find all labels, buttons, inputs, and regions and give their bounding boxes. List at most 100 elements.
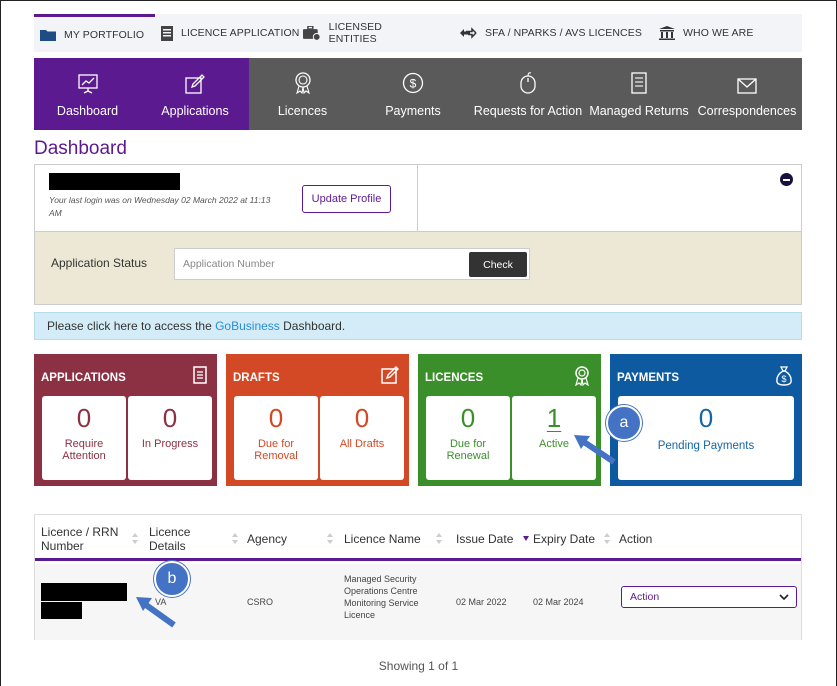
- annotation-marker-b: b: [154, 561, 190, 597]
- column-header-expiry-date[interactable]: Expiry Date: [533, 532, 595, 546]
- profile-panel: Your last login was on Wednesday 02 Marc…: [34, 164, 802, 233]
- bank-icon: [659, 26, 675, 40]
- redacted-licence-number: [41, 602, 82, 619]
- tab-label: Applications: [161, 104, 229, 118]
- sort-icon[interactable]: [327, 533, 333, 544]
- due-for-removal-stat[interactable]: 0 Due for Removal: [234, 396, 318, 480]
- applications-card: APPLICATIONS 0 Require Attention 0 In Pr…: [34, 354, 217, 486]
- require-attention-stat[interactable]: 0 Require Attention: [42, 396, 126, 480]
- annotation-arrow-icon: [574, 435, 616, 465]
- stat-value: 0: [460, 403, 476, 433]
- column-header-licence-number[interactable]: Licence / RRN Number: [41, 525, 121, 553]
- column-header-action: Action: [619, 532, 653, 546]
- panel-divider: [417, 165, 418, 233]
- all-drafts-stat[interactable]: 0 All Drafts: [320, 396, 404, 480]
- sort-icon[interactable]: [232, 533, 238, 544]
- edit-icon: [381, 366, 399, 384]
- nav-label: SFA / NPARKS / AVS LICENCES: [485, 27, 642, 39]
- issue-date-cell: 02 Mar 2022: [456, 597, 507, 607]
- card-title: DRAFTS: [233, 372, 280, 384]
- collapse-icon[interactable]: [780, 173, 793, 186]
- pending-payments-stat[interactable]: 0 Pending Payments: [618, 396, 794, 480]
- check-button[interactable]: Check: [469, 252, 527, 277]
- redacted-licence-number: [41, 583, 127, 601]
- stat-value: 0: [268, 403, 284, 433]
- briefcase-icon: [303, 26, 321, 40]
- award-icon: [294, 72, 311, 94]
- nav-label: WHO WE ARE: [683, 27, 754, 39]
- action-dropdown[interactable]: Action: [621, 586, 797, 608]
- award-icon: [575, 366, 589, 386]
- tab-label: Correspondences: [697, 104, 797, 118]
- nav-label: MY PORTFOLIO: [64, 28, 145, 41]
- licence-name-cell: Managed Security Operations Centre Monit…: [344, 574, 419, 620]
- tab-label: Requests for Action: [473, 104, 583, 118]
- tab-payments[interactable]: $ Payments: [356, 58, 470, 130]
- nav-label: LICENSED ENTITIES: [328, 21, 382, 45]
- agency-cell: CSRO: [247, 597, 274, 607]
- banner-prefix: Please click here to access the: [47, 319, 216, 333]
- column-header-issue-date[interactable]: Issue Date: [456, 532, 513, 546]
- tab-managed-returns[interactable]: Managed Returns: [586, 58, 692, 130]
- update-profile-button[interactable]: Update Profile: [302, 185, 391, 213]
- stat-label: Due for Removal: [254, 438, 298, 462]
- annotation-arrow-icon: [136, 597, 176, 628]
- file-list-icon: [631, 72, 647, 94]
- drafts-card: DRAFTS 0 Due for Removal 0 All Drafts: [226, 354, 409, 486]
- tab-requests-for-action[interactable]: Requests for Action: [470, 58, 586, 130]
- stat-value: 0: [698, 403, 714, 433]
- page-title: Dashboard: [34, 138, 127, 159]
- tab-correspondences[interactable]: Correspondences: [692, 58, 802, 130]
- nav-my-portfolio[interactable]: MY PORTFOLIO: [34, 14, 155, 52]
- due-for-renewal-stat[interactable]: 0 Due for Renewal: [426, 396, 510, 480]
- column-header-licence-name[interactable]: Licence Name: [344, 532, 421, 546]
- document-icon: [161, 25, 173, 41]
- money-bag-icon: $: [776, 366, 792, 386]
- sort-desc-icon[interactable]: [523, 535, 529, 541]
- last-login-text: Your last login was on Wednesday 02 Marc…: [49, 195, 271, 218]
- tab-label: Managed Returns: [589, 104, 689, 118]
- tab-applications[interactable]: Applications: [141, 58, 249, 130]
- table-header: Licence / RRN Number Licence Details Age…: [35, 515, 801, 561]
- gobusiness-link[interactable]: GoBusiness: [215, 319, 280, 333]
- mouse-icon: [520, 72, 536, 94]
- stat-value: 0: [354, 403, 370, 433]
- sort-icon[interactable]: [604, 533, 610, 544]
- stat-value: 0: [162, 403, 178, 433]
- column-header-licence-details[interactable]: Licence Details: [149, 525, 204, 553]
- tab-label: Payments: [385, 104, 441, 118]
- exchange-icon: [460, 27, 477, 39]
- stat-label: Due for Renewal: [446, 438, 490, 462]
- application-status-panel: Application Status Application Number Ch…: [34, 232, 802, 305]
- document-icon: [193, 366, 207, 384]
- stat-label: Require Attention: [62, 438, 106, 462]
- envelope-icon: [737, 78, 757, 94]
- nav-label: LICENCE APPLICATION: [181, 27, 300, 39]
- action-dropdown-value: Action: [630, 591, 660, 603]
- svg-text:$: $: [781, 374, 786, 384]
- top-navigation: MY PORTFOLIO LICENCE APPLICATION LICENSE…: [34, 14, 802, 52]
- stat-label: Pending Payments: [657, 440, 755, 452]
- card-title: PAYMENTS: [617, 372, 679, 384]
- tab-licences[interactable]: Licences: [249, 58, 356, 130]
- application-status-label: Application Status: [51, 256, 148, 270]
- stat-label: In Progress: [141, 438, 199, 450]
- stat-label: All Drafts: [339, 438, 385, 450]
- card-title: LICENCES: [425, 372, 484, 384]
- column-header-agency[interactable]: Agency: [247, 532, 287, 546]
- folder-icon: [40, 30, 56, 41]
- tab-label: Dashboard: [56, 104, 119, 118]
- nav-licensed-entities[interactable]: LICENSED ENTITIES: [297, 14, 437, 52]
- in-progress-stat[interactable]: 0 In Progress: [128, 396, 212, 480]
- expiry-date-cell: 02 Mar 2024: [533, 597, 584, 607]
- gobusiness-banner: Please click here to access the GoBusine…: [34, 312, 802, 340]
- nav-who-we-are[interactable]: WHO WE ARE: [653, 14, 773, 52]
- main-tab-bar: Dashboard Applications Licences $ Paymen…: [34, 58, 802, 130]
- sort-icon[interactable]: [436, 533, 442, 544]
- tab-dashboard[interactable]: Dashboard: [34, 58, 141, 130]
- nav-sfa-nparks-avs[interactable]: SFA / NPARKS / AVS LICENCES: [453, 14, 653, 52]
- svg-text:$: $: [410, 77, 417, 91]
- sort-icon[interactable]: [132, 533, 138, 544]
- stat-value: 0: [76, 403, 92, 433]
- stat-value[interactable]: 1: [512, 404, 596, 432]
